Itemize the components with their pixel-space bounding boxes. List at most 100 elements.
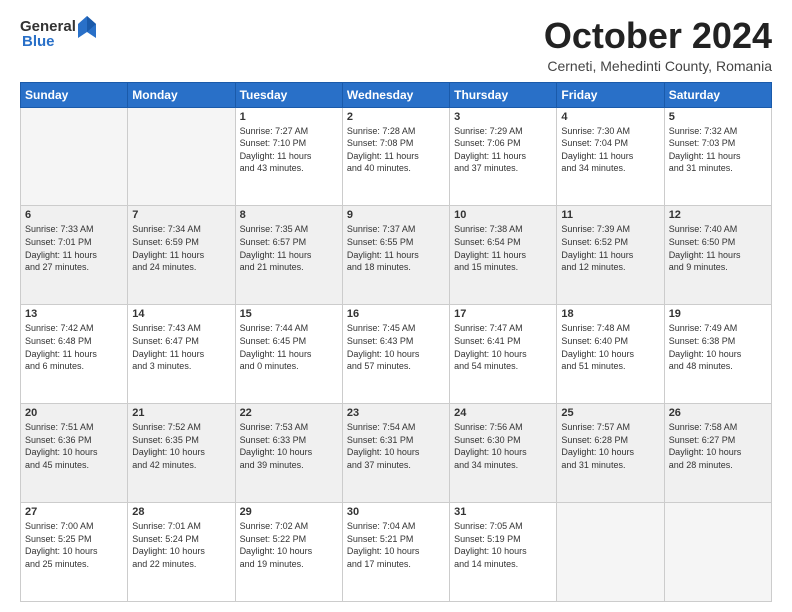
day-detail: Sunrise: 7:54 AM Sunset: 6:31 PM Dayligh… — [347, 421, 445, 471]
table-row: 11Sunrise: 7:39 AM Sunset: 6:52 PM Dayli… — [557, 206, 664, 305]
day-detail: Sunrise: 7:39 AM Sunset: 6:52 PM Dayligh… — [561, 223, 659, 273]
table-row: 6 Sunrise: 7:33 AM Sunset: 7:01 PM Daylig… — [21, 206, 128, 305]
day-number: 19 — [669, 308, 767, 320]
table-row — [128, 107, 235, 206]
header-friday: Friday — [557, 82, 664, 107]
table-row: 25 Sunrise: 7:57 AM Sunset: 6:28 PM Dayli… — [557, 404, 664, 503]
table-row: 1Sunrise: 7:27 AM Sunset: 7:10 PM Daylig… — [235, 107, 342, 206]
table-row: 8 Sunrise: 7:35 AM Sunset: 6:57 PM Daylig… — [235, 206, 342, 305]
calendar-week-row: 6 Sunrise: 7:33 AM Sunset: 7:01 PM Daylig… — [21, 206, 772, 305]
day-number: 25 — [561, 407, 659, 419]
day-detail: Sunrise: 7:57 AM Sunset: 6:28 PM Dayligh… — [561, 421, 659, 471]
page: General Blue October 2024 Cerneti, Mehed… — [0, 0, 792, 612]
day-number: 21 — [132, 407, 230, 419]
day-detail: Sunrise: 7:01 AM Sunset: 5:24 PM Dayligh… — [132, 520, 230, 570]
header-saturday: Saturday — [664, 82, 771, 107]
weekday-header-row: Sunday Monday Tuesday Wednesday Thursday… — [21, 82, 772, 107]
day-number: 20 — [25, 407, 123, 419]
day-detail: Sunrise: 7:56 AM Sunset: 6:30 PM Dayligh… — [454, 421, 552, 471]
day-number: 14 — [132, 308, 230, 320]
table-row: 7Sunrise: 7:34 AM Sunset: 6:59 PM Daylig… — [128, 206, 235, 305]
table-row: 9 Sunrise: 7:37 AM Sunset: 6:55 PM Daylig… — [342, 206, 449, 305]
header-thursday: Thursday — [450, 82, 557, 107]
header-tuesday: Tuesday — [235, 82, 342, 107]
day-detail: Sunrise: 7:58 AM Sunset: 6:27 PM Dayligh… — [669, 421, 767, 471]
table-row: 13 Sunrise: 7:42 AM Sunset: 6:48 PM Dayli… — [21, 305, 128, 404]
title-block: October 2024 Cerneti, Mehedinti County, … — [544, 16, 772, 74]
table-row — [557, 503, 664, 602]
table-row: 24 Sunrise: 7:56 AM Sunset: 6:30 PM Dayli… — [450, 404, 557, 503]
header-wednesday: Wednesday — [342, 82, 449, 107]
day-number: 22 — [240, 407, 338, 419]
day-detail: Sunrise: 7:40 AM Sunset: 6:50 PM Dayligh… — [669, 223, 767, 273]
day-detail: Sunrise: 7:33 AM Sunset: 7:01 PM Dayligh… — [25, 223, 123, 273]
calendar-table: Sunday Monday Tuesday Wednesday Thursday… — [20, 82, 772, 602]
table-row: 20 Sunrise: 7:51 AM Sunset: 6:36 PM Dayli… — [21, 404, 128, 503]
day-number: 16 — [347, 308, 445, 320]
day-detail: Sunrise: 7:04 AM Sunset: 5:21 PM Dayligh… — [347, 520, 445, 570]
day-number: 5 — [669, 111, 767, 123]
day-detail: Sunrise: 7:29 AM Sunset: 7:06 PM Dayligh… — [454, 125, 552, 175]
calendar-week-row: 20 Sunrise: 7:51 AM Sunset: 6:36 PM Dayli… — [21, 404, 772, 503]
logo-icon — [78, 16, 96, 38]
table-row: 16 Sunrise: 7:45 AM Sunset: 6:43 PM Dayli… — [342, 305, 449, 404]
day-number: 4 — [561, 111, 659, 123]
day-detail: Sunrise: 7:28 AM Sunset: 7:08 PM Dayligh… — [347, 125, 445, 175]
table-row: 27 Sunrise: 7:00 AM Sunset: 5:25 PM Dayli… — [21, 503, 128, 602]
day-detail: Sunrise: 7:51 AM Sunset: 6:36 PM Dayligh… — [25, 421, 123, 471]
day-number: 28 — [132, 506, 230, 518]
day-number: 9 — [347, 209, 445, 221]
table-row: 26 Sunrise: 7:58 AM Sunset: 6:27 PM Dayli… — [664, 404, 771, 503]
table-row: 18 Sunrise: 7:48 AM Sunset: 6:40 PM Dayli… — [557, 305, 664, 404]
day-detail: Sunrise: 7:37 AM Sunset: 6:55 PM Dayligh… — [347, 223, 445, 273]
header-sunday: Sunday — [21, 82, 128, 107]
day-number: 17 — [454, 308, 552, 320]
table-row: 14Sunrise: 7:43 AM Sunset: 6:47 PM Dayli… — [128, 305, 235, 404]
day-detail: Sunrise: 7:48 AM Sunset: 6:40 PM Dayligh… — [561, 322, 659, 372]
day-number: 24 — [454, 407, 552, 419]
table-row: 22 Sunrise: 7:53 AM Sunset: 6:33 PM Dayli… — [235, 404, 342, 503]
header-monday: Monday — [128, 82, 235, 107]
day-detail: Sunrise: 7:32 AM Sunset: 7:03 PM Dayligh… — [669, 125, 767, 175]
calendar-week-row: 13 Sunrise: 7:42 AM Sunset: 6:48 PM Dayli… — [21, 305, 772, 404]
table-row: 19Sunrise: 7:49 AM Sunset: 6:38 PM Dayli… — [664, 305, 771, 404]
table-row: 31Sunrise: 7:05 AM Sunset: 5:19 PM Dayli… — [450, 503, 557, 602]
month-title: October 2024 — [544, 16, 772, 56]
logo: General Blue — [20, 16, 96, 51]
table-row: 5 Sunrise: 7:32 AM Sunset: 7:03 PM Daylig… — [664, 107, 771, 206]
day-detail: Sunrise: 7:35 AM Sunset: 6:57 PM Dayligh… — [240, 223, 338, 273]
table-row: 28 Sunrise: 7:01 AM Sunset: 5:24 PM Dayli… — [128, 503, 235, 602]
day-number: 26 — [669, 407, 767, 419]
day-detail: Sunrise: 7:53 AM Sunset: 6:33 PM Dayligh… — [240, 421, 338, 471]
day-detail: Sunrise: 7:52 AM Sunset: 6:35 PM Dayligh… — [132, 421, 230, 471]
day-number: 30 — [347, 506, 445, 518]
day-detail: Sunrise: 7:44 AM Sunset: 6:45 PM Dayligh… — [240, 322, 338, 372]
table-row: 12 Sunrise: 7:40 AM Sunset: 6:50 PM Dayli… — [664, 206, 771, 305]
table-row: 30 Sunrise: 7:04 AM Sunset: 5:21 PM Dayli… — [342, 503, 449, 602]
day-detail: Sunrise: 7:30 AM Sunset: 7:04 PM Dayligh… — [561, 125, 659, 175]
day-number: 23 — [347, 407, 445, 419]
day-number: 6 — [25, 209, 123, 221]
table-row: 3 Sunrise: 7:29 AM Sunset: 7:06 PM Daylig… — [450, 107, 557, 206]
day-number: 12 — [669, 209, 767, 221]
day-detail: Sunrise: 7:42 AM Sunset: 6:48 PM Dayligh… — [25, 322, 123, 372]
day-detail: Sunrise: 7:02 AM Sunset: 5:22 PM Dayligh… — [240, 520, 338, 570]
table-row: 10Sunrise: 7:38 AM Sunset: 6:54 PM Dayli… — [450, 206, 557, 305]
calendar-week-row: 1Sunrise: 7:27 AM Sunset: 7:10 PM Daylig… — [21, 107, 772, 206]
day-number: 8 — [240, 209, 338, 221]
table-row: 17 Sunrise: 7:47 AM Sunset: 6:41 PM Dayli… — [450, 305, 557, 404]
day-detail: Sunrise: 7:45 AM Sunset: 6:43 PM Dayligh… — [347, 322, 445, 372]
day-detail: Sunrise: 7:05 AM Sunset: 5:19 PM Dayligh… — [454, 520, 552, 570]
day-detail: Sunrise: 7:27 AM Sunset: 7:10 PM Dayligh… — [240, 125, 338, 175]
day-number: 13 — [25, 308, 123, 320]
day-number: 10 — [454, 209, 552, 221]
day-detail: Sunrise: 7:00 AM Sunset: 5:25 PM Dayligh… — [25, 520, 123, 570]
day-number: 3 — [454, 111, 552, 123]
table-row: 21 Sunrise: 7:52 AM Sunset: 6:35 PM Dayli… — [128, 404, 235, 503]
day-detail: Sunrise: 7:47 AM Sunset: 6:41 PM Dayligh… — [454, 322, 552, 372]
table-row: 2 Sunrise: 7:28 AM Sunset: 7:08 PM Daylig… — [342, 107, 449, 206]
day-number: 27 — [25, 506, 123, 518]
table-row: 15Sunrise: 7:44 AM Sunset: 6:45 PM Dayli… — [235, 305, 342, 404]
day-number: 18 — [561, 308, 659, 320]
day-number: 2 — [347, 111, 445, 123]
